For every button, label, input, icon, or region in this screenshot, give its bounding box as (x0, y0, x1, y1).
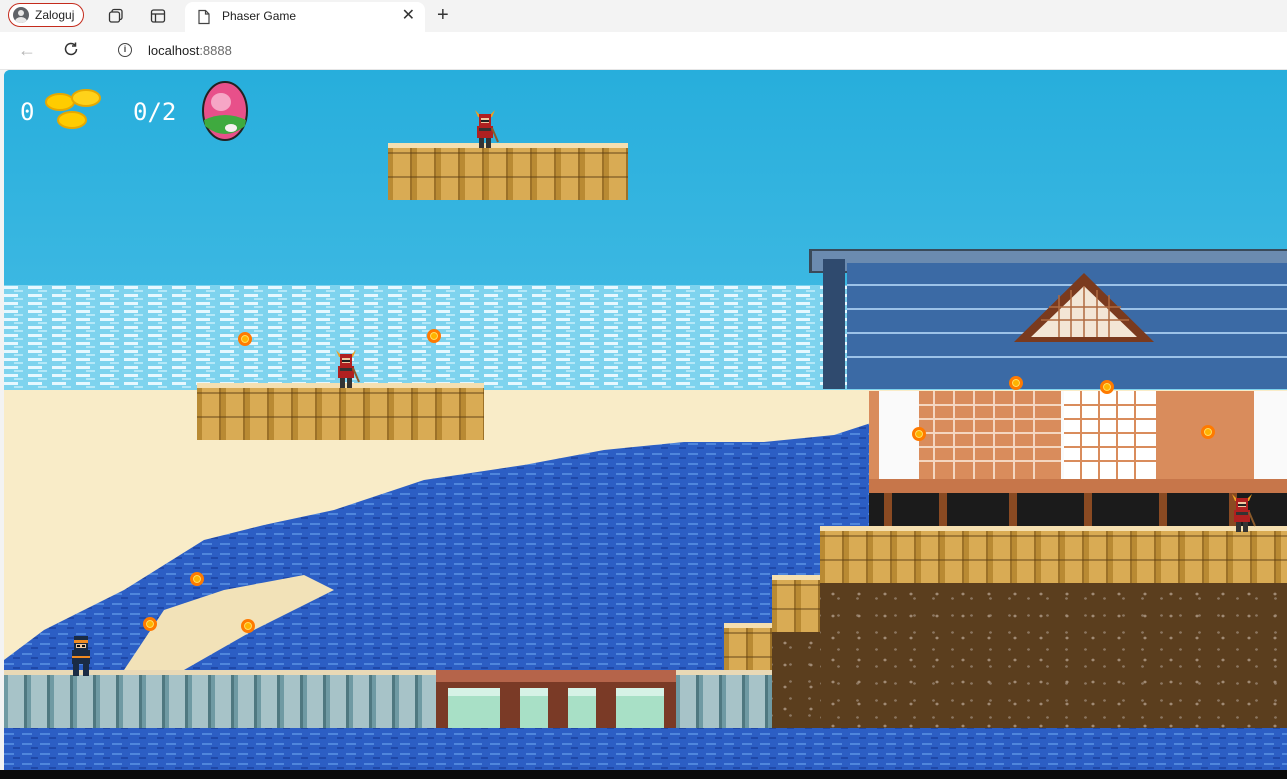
plus-icon: + (437, 4, 449, 26)
tab-phaser-game[interactable]: Phaser Game ✕ (185, 2, 425, 32)
stone-ground-right (676, 670, 772, 728)
samurai-enemy (1232, 494, 1256, 532)
tab-title: Phaser Game (222, 9, 297, 23)
samurai-enemy (475, 110, 499, 148)
page-icon (198, 9, 210, 25)
floating-platform-middle (197, 383, 484, 440)
reload-button[interactable] (62, 40, 80, 63)
tab-actions-icon (150, 9, 166, 23)
person-icon (13, 7, 29, 23)
address-bar-row: ← i localhost:8888 (0, 32, 1287, 70)
coin (1201, 425, 1215, 439)
stone-ground-left (4, 670, 436, 728)
profile-label: Zaloguj (35, 8, 75, 22)
egg-counter: 0/2 (133, 98, 177, 126)
new-tab-button[interactable]: + (437, 5, 449, 25)
back-button[interactable]: ← (18, 41, 36, 59)
workspaces-icon (108, 8, 123, 23)
coin (1100, 380, 1114, 394)
game-canvas[interactable]: 0 0/2 (4, 70, 1287, 770)
samurai-enemy (336, 350, 360, 388)
url-field[interactable]: i localhost:8888 (101, 36, 1287, 66)
coin (912, 427, 926, 441)
coin (190, 572, 204, 586)
house-ledge-platform (820, 526, 1287, 583)
dirt-ground-lower (772, 632, 820, 728)
vertical-tabs-button[interactable] (147, 5, 169, 27)
ninja-player (72, 636, 90, 676)
workspaces-button[interactable] (105, 5, 127, 27)
pink-egg-icon (202, 81, 248, 141)
url-host: localhost (148, 43, 200, 58)
close-tab-icon[interactable]: ✕ (402, 8, 415, 24)
wooden-bridge (436, 670, 676, 728)
coin (1009, 376, 1023, 390)
site-info-icon[interactable]: i (118, 43, 132, 57)
floating-platform-top (388, 143, 628, 200)
url-text: localhost:8888 (148, 43, 232, 58)
back-arrow-icon: ← (18, 40, 36, 60)
profile-button[interactable]: Zaloguj (8, 3, 85, 27)
coin-counter: 0 (20, 98, 35, 126)
window-bottom-edge (0, 770, 1287, 779)
step-platform-upper (772, 575, 820, 632)
url-port: :8888 (199, 43, 232, 58)
coin (427, 329, 441, 343)
dirt-ground-upper (820, 583, 1287, 728)
coin (241, 619, 255, 633)
coin (238, 332, 252, 346)
gold-coins-icon (45, 89, 101, 129)
browser-tab-bar: Zaloguj Phaser Game ✕ + (0, 0, 1287, 32)
reload-icon (64, 42, 78, 56)
coin (143, 617, 157, 631)
japanese-house (809, 249, 1287, 531)
